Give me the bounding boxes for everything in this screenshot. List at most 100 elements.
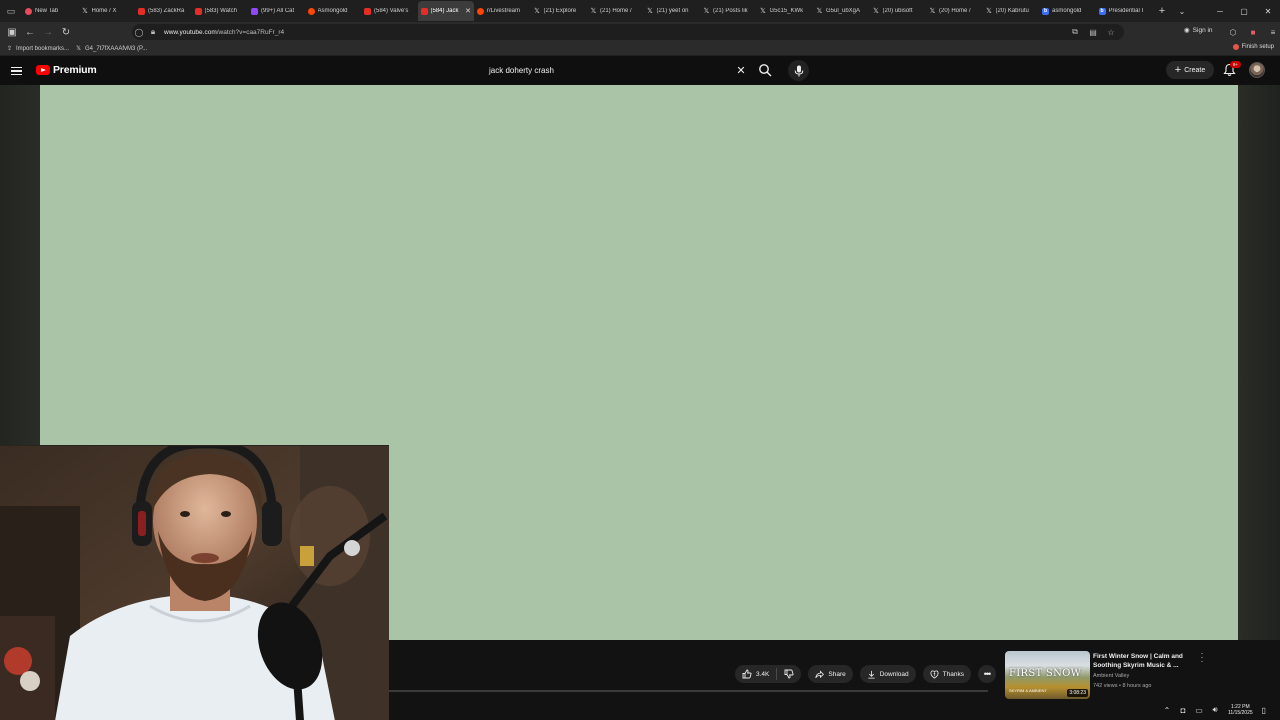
browser-menu-icon[interactable]: ≡ — [1266, 24, 1280, 40]
x-icon: 𝕏 — [590, 8, 597, 15]
network-icon[interactable]: ▭ — [1194, 706, 1204, 715]
new-tab-button[interactable]: + — [1152, 1, 1172, 21]
tray-overflow-icon[interactable]: ⌃ — [1162, 706, 1172, 715]
minimize-icon[interactable]: ─ — [1208, 0, 1232, 22]
browser-tab[interactable]: 𝕏 (20) Kabrutu — [983, 1, 1040, 21]
tab-title: Home / X — [91, 8, 117, 14]
browser-tab[interactable]: (584) Valve's — [361, 1, 418, 21]
browser-tab[interactable]: (584) Jack ✕ — [417, 1, 474, 21]
close-tab-icon[interactable]: ✕ — [465, 7, 471, 15]
tab-title: asmongold — [1052, 8, 1082, 14]
voice-search-button[interactable] — [788, 60, 809, 81]
url-text: www.youtube.com/watch?v=caa7RuFr_r4 — [164, 28, 285, 36]
video-actions: 3.4K Share Download Thanks ••• — [735, 665, 996, 683]
browser-tab[interactable]: 𝕏 (21) Explore — [531, 1, 588, 21]
browser-tab[interactable]: r/Livestream — [474, 1, 531, 21]
bookmark-item[interactable]: 𝕏 G4_7t7fXAAAfvM3 (P... — [75, 45, 148, 53]
tab-title: (20) Home / — [939, 8, 971, 14]
finish-setup-button[interactable]: Finish setup — [1232, 44, 1274, 50]
close-window-icon[interactable]: ✕ — [1256, 0, 1280, 22]
reddit-icon — [477, 7, 484, 15]
microphone-icon — [794, 65, 803, 76]
tab-actions-icon[interactable]: ▭ — [0, 0, 22, 22]
video-title[interactable]: First Winter Snow | Calm and Soothing Sk… — [1093, 652, 1193, 670]
import-icon: ⇪ — [6, 46, 13, 52]
tab-title: (584) Jack — [430, 8, 459, 14]
volume-icon[interactable]: 🔊︎ — [1210, 705, 1220, 715]
browser-tab[interactable]: 𝕏 G5c15_KWk — [757, 1, 814, 21]
like-button[interactable]: 3.4K — [735, 665, 776, 683]
twitch-icon — [251, 7, 258, 15]
browser-tab[interactable]: 𝕏 (21) Posts lik — [700, 1, 757, 21]
browser-tab[interactable]: (99+) All Cat — [248, 1, 305, 21]
browser-tab[interactable]: 𝕏 (21) Home / — [587, 1, 644, 21]
tracking-icon[interactable]: ◯ — [132, 25, 146, 39]
maximize-icon[interactable]: ▢ — [1232, 0, 1256, 22]
extension-badge-icon[interactable]: ■ — [1246, 24, 1260, 40]
browser-tab[interactable]: 𝕏 (20) ubisoft — [870, 1, 927, 21]
x-icon: 𝕏 — [76, 46, 81, 52]
guide-menu-icon[interactable] — [11, 64, 25, 78]
app-tray-icon[interactable]: ◘ — [1178, 706, 1188, 715]
tab-search-icon[interactable]: ⌄ — [1172, 1, 1192, 21]
sidebar-toggle-icon[interactable]: ▣ — [3, 23, 21, 41]
browser-tab[interactable]: b asmongold — [1039, 1, 1096, 21]
browser-tab[interactable]: (583) Watch — [192, 1, 249, 21]
download-icon — [868, 670, 875, 679]
browser-tab[interactable]: Asmongold — [305, 1, 362, 21]
channel-name[interactable]: Ambient Valley — [1093, 673, 1129, 679]
back-icon[interactable]: ← — [21, 23, 39, 41]
search-query: jack doherty crash — [489, 66, 554, 75]
tab-title: (21) Explore — [543, 8, 577, 14]
x-icon: 𝕏 — [929, 8, 936, 15]
browser-tab[interactable]: 𝕏 Home / X — [79, 1, 136, 21]
dislike-button[interactable] — [777, 665, 801, 683]
title-divider — [388, 690, 988, 692]
streamer-webcam-image — [0, 446, 389, 720]
tab-title: (20) ubisoft — [882, 8, 913, 14]
clear-search-icon[interactable]: ✕ — [734, 63, 748, 77]
bookmark-label: G4_7t7fXAAAfvM3 (P... — [85, 45, 148, 52]
forward-icon[interactable]: → — [39, 23, 57, 41]
more-actions-button[interactable]: ••• — [977, 665, 996, 683]
clock[interactable]: 1:22 PM 11/15/2025 — [1228, 704, 1253, 716]
sign-in-button[interactable]: ◉ Sign in — [1184, 26, 1213, 35]
like-count: 3.4K — [756, 670, 770, 678]
browser-tab[interactable]: (583) ZackRa — [135, 1, 192, 21]
recommended-video[interactable]: FIRST SNOW SKYRIM & AMBIENT 3:08:23 Firs… — [1005, 650, 1210, 699]
address-bar[interactable]: ◯ 🔒︎ www.youtube.com/watch?v=caa7RuFr_r4… — [132, 24, 1124, 40]
bookmark-import[interactable]: ⇪ Import bookmarks... — [6, 45, 69, 53]
browser-tab[interactable]: 𝕏 G5ul_ubXgA — [813, 1, 870, 21]
reload-icon[interactable]: ↻ — [57, 23, 75, 41]
tab-title: G5ul_ubXgA — [826, 8, 861, 14]
ambient-glow-right — [1238, 85, 1280, 640]
browser-tab[interactable]: 𝕏 (21) yeet on — [644, 1, 701, 21]
lock-icon[interactable]: 🔒︎ — [146, 25, 160, 39]
thumbnail-title: FIRST SNOW — [1009, 668, 1082, 679]
download-button[interactable]: Download — [859, 665, 916, 683]
video-meta: 742 views • 8 hours ago — [1093, 683, 1152, 689]
reader-icon[interactable]: ▤ — [1086, 25, 1100, 39]
tab-title: (21) Posts lik — [713, 8, 748, 14]
youtube-premium-logo[interactable]: Premium — [36, 64, 97, 76]
share-button[interactable]: Share — [808, 665, 853, 683]
search-input[interactable]: jack doherty crash — [480, 60, 753, 81]
avatar[interactable] — [1249, 62, 1265, 78]
bookmark-star-icon[interactable]: ☆ — [1104, 25, 1118, 39]
video-options-icon[interactable]: · · · — [1198, 650, 1206, 666]
video-thumbnail[interactable]: FIRST SNOW SKYRIM & AMBIENT 3:08:23 — [1005, 651, 1090, 699]
browser-tab[interactable]: New Tab — [22, 1, 79, 21]
tab-title: (20) Kabrutu — [995, 8, 1029, 14]
extensions-icon[interactable]: ⬡ — [1226, 24, 1240, 40]
thanks-button[interactable]: Thanks — [922, 665, 971, 683]
more-horizontal-icon: ••• — [983, 669, 992, 679]
tab-title: r/Livestream — [487, 8, 521, 14]
create-button[interactable]: + Create — [1166, 61, 1214, 79]
search-button[interactable] — [756, 61, 774, 79]
notification-center-icon[interactable]: ▯ — [1259, 706, 1269, 715]
tab-title: (583) Watch — [204, 8, 237, 14]
tab-title: (583) ZackRa — [148, 8, 185, 14]
browser-tab[interactable]: b Presidential I — [1096, 1, 1153, 21]
translate-icon[interactable]: ⧉ — [1068, 25, 1082, 39]
browser-tab[interactable]: 𝕏 (20) Home / — [926, 1, 983, 21]
